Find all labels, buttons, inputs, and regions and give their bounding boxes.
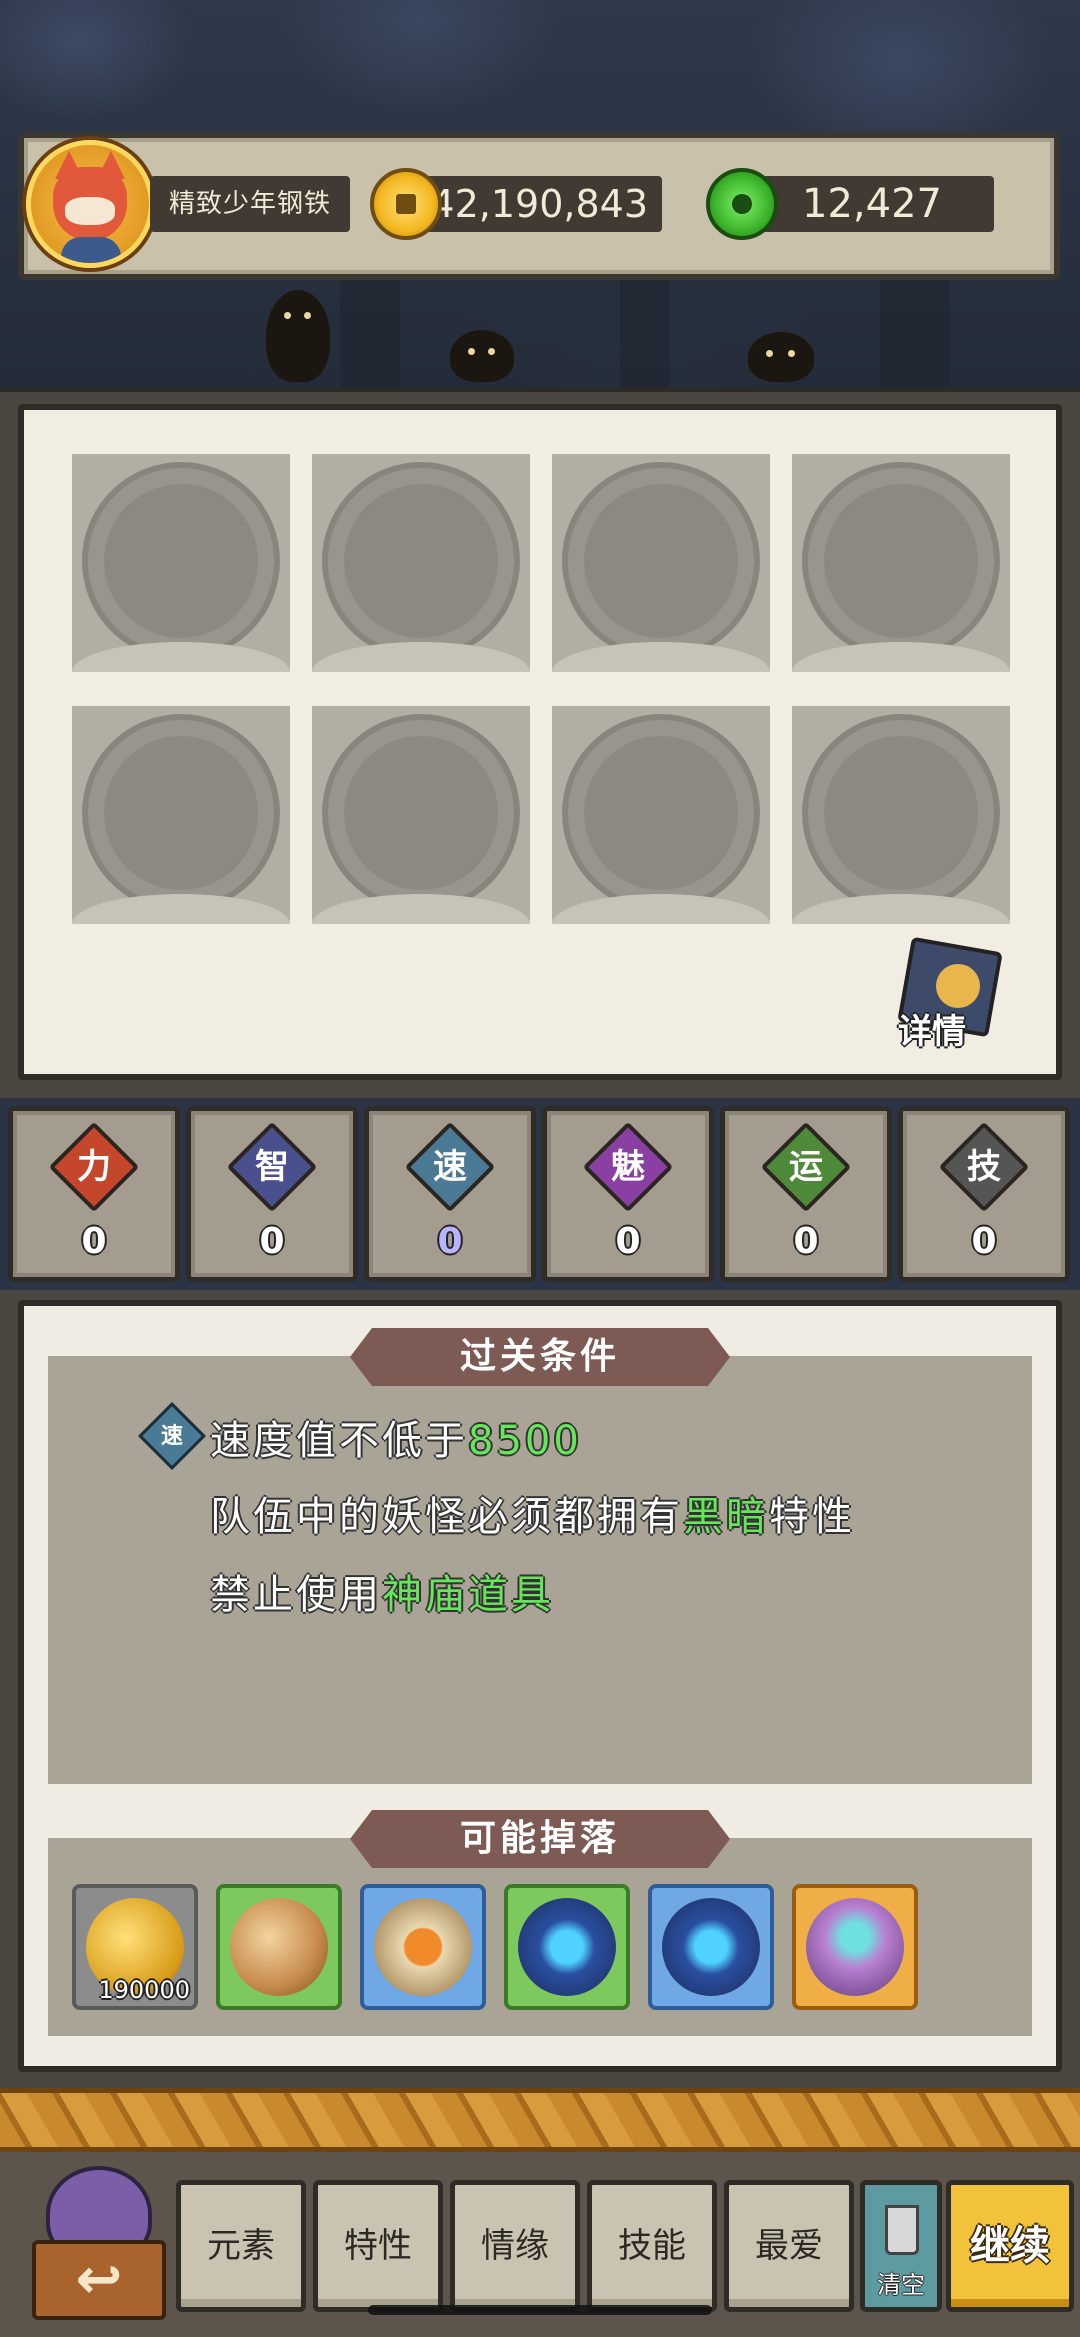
- back-arrow-icon: ↩: [32, 2240, 166, 2320]
- home-indicator[interactable]: [368, 2305, 712, 2315]
- crystal-orb-icon: [662, 1898, 760, 1996]
- tab-element[interactable]: 元素: [176, 2180, 306, 2312]
- amber-rune-icon: [374, 1898, 472, 1996]
- triangle-rune-icon: [230, 1898, 328, 1996]
- drop-item[interactable]: [792, 1884, 918, 2010]
- coin-icon: [370, 168, 442, 240]
- crystal-orb-icon: [518, 1898, 616, 1996]
- player-avatar[interactable]: [26, 140, 154, 268]
- tab-skill[interactable]: 技能: [587, 2180, 717, 2312]
- stat-value: 0: [971, 1221, 997, 1262]
- team-slot[interactable]: [792, 706, 1010, 924]
- conditions-title: 过关条件: [350, 1328, 730, 1386]
- shadow-critter: [748, 332, 814, 382]
- drop-item[interactable]: [360, 1884, 486, 2010]
- stat-strength: 力 0: [8, 1106, 180, 1282]
- clear-button[interactable]: 清空: [860, 2180, 942, 2312]
- stat-value: 0: [259, 1221, 285, 1262]
- condition-trait: 队伍中的妖怪必须都拥有黑暗特性: [210, 1494, 855, 1540]
- chick-icon: [936, 964, 980, 1008]
- player-name: 精致少年钢铁: [150, 176, 350, 232]
- stat-value: 0: [793, 1221, 819, 1262]
- drop-item[interactable]: 190000: [72, 1884, 198, 2010]
- detail-button[interactable]: 详情: [892, 936, 1003, 1052]
- stat-glyph: 技: [967, 1147, 1001, 1187]
- tab-bond[interactable]: 情缘: [450, 2180, 580, 2312]
- stat-value: 0: [615, 1221, 641, 1262]
- back-button[interactable]: ↩: [24, 2166, 174, 2326]
- stat-speed: 速 0: [364, 1106, 536, 1282]
- jade-count: 12,427: [760, 176, 994, 232]
- stat-glyph: 智: [255, 1147, 289, 1187]
- detail-label: 详情: [898, 1012, 966, 1052]
- shadow-critter: [266, 290, 330, 382]
- team-slot[interactable]: [552, 454, 770, 672]
- stat-glyph: 速: [433, 1147, 467, 1187]
- team-slot[interactable]: [312, 706, 530, 924]
- stat-glyph: 运: [789, 1147, 823, 1187]
- stat-value: 0: [437, 1221, 463, 1262]
- treasure-chest-icon: [806, 1898, 904, 1996]
- trash-icon: [885, 2205, 919, 2255]
- team-slot[interactable]: [72, 706, 290, 924]
- stat-skill: 技 0: [898, 1106, 1070, 1282]
- stat-glyph: 力: [77, 1147, 111, 1187]
- wood-divider: [0, 2088, 1080, 2152]
- stat-charm: 魅 0: [542, 1106, 714, 1282]
- coin-count: 42,190,843: [414, 176, 662, 232]
- stat-glyph: 魅: [611, 1147, 645, 1187]
- team-slot[interactable]: [312, 454, 530, 672]
- jade-icon: [706, 168, 778, 240]
- stat-value: 0: [81, 1221, 107, 1262]
- condition-item: 禁止使用神庙道具: [210, 1572, 554, 1618]
- speed-badge-label: 速: [160, 1424, 183, 1449]
- tab-favorite[interactable]: 最爱: [724, 2180, 854, 2312]
- condition-speed: 速度值不低于8500: [210, 1418, 582, 1464]
- stat-intellect: 智 0: [186, 1106, 358, 1282]
- drop-item[interactable]: [648, 1884, 774, 2010]
- team-slot[interactable]: [552, 706, 770, 924]
- drop-item[interactable]: [504, 1884, 630, 2010]
- clear-label: 清空: [877, 2271, 925, 2299]
- tab-trait[interactable]: 特性: [313, 2180, 443, 2312]
- stat-luck: 运 0: [720, 1106, 892, 1282]
- continue-button[interactable]: 继续: [946, 2180, 1074, 2312]
- drop-quantity: 190000: [98, 1976, 190, 2004]
- drops-title: 可能掉落: [350, 1810, 730, 1868]
- shadow-critter: [450, 330, 514, 382]
- team-slot[interactable]: [72, 454, 290, 672]
- drop-item[interactable]: [216, 1884, 342, 2010]
- team-slot[interactable]: [792, 454, 1010, 672]
